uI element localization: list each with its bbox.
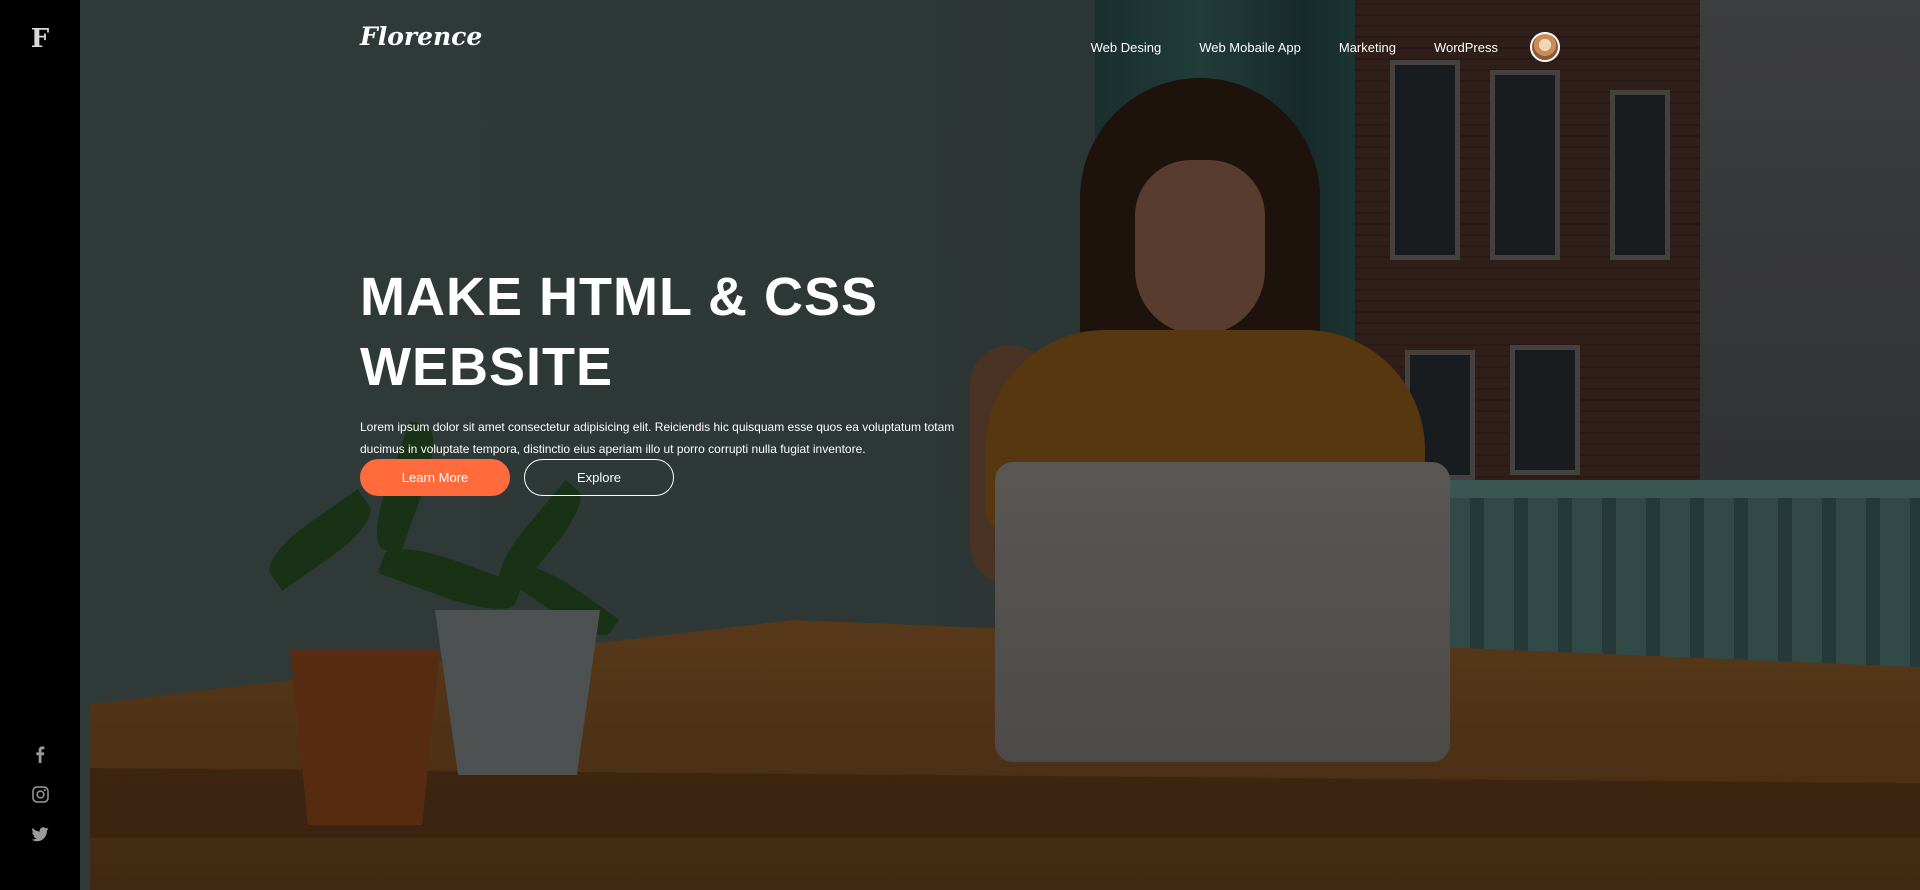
avatar[interactable] [1530, 32, 1560, 62]
explore-button[interactable]: Explore [524, 459, 674, 496]
social-links [0, 744, 80, 844]
dark-overlay [80, 0, 1920, 890]
left-sidebar: F [0, 0, 80, 890]
hero-headline: MAKE HTML & CSS WEBSITE [360, 262, 1000, 402]
headline-line-2: WEBSITE [360, 337, 614, 397]
nav-item-wordpress[interactable]: WordPress [1434, 40, 1498, 55]
twitter-icon[interactable] [30, 824, 50, 844]
facebook-icon[interactable] [30, 744, 50, 764]
headline-line-1: MAKE HTML & CSS [360, 267, 879, 327]
instagram-icon[interactable] [30, 784, 50, 804]
learn-more-button[interactable]: Learn More [360, 459, 510, 496]
hero-description: Lorem ipsum dolor sit amet consectetur a… [360, 420, 955, 456]
sidebar-logo[interactable]: F [0, 24, 80, 54]
brand-logo[interactable]: Florence [360, 22, 482, 51]
main-nav: Web Desing Web Mobaile App Marketing Wor… [1053, 32, 1560, 62]
nav-item-web-design[interactable]: Web Desing [1091, 40, 1162, 55]
nav-item-marketing[interactable]: Marketing [1339, 40, 1396, 55]
hero-actions: Learn More Explore [360, 459, 674, 496]
hero-background-image [80, 0, 1920, 890]
nav-item-web-mobile-app[interactable]: Web Mobaile App [1199, 40, 1301, 55]
